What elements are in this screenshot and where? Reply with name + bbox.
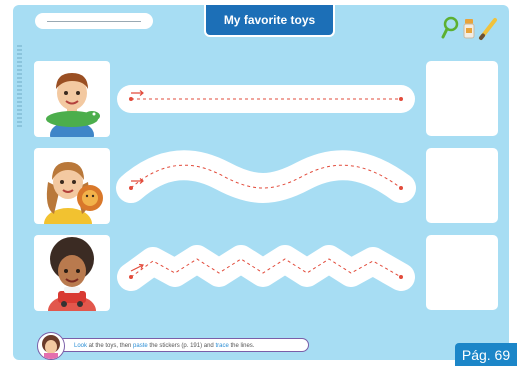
photo-girl-lion <box>34 148 110 224</box>
photo-girl-car <box>34 235 110 311</box>
photo-boy-crocodile <box>34 61 110 137</box>
name-line[interactable] <box>35 13 153 29</box>
row-lion <box>13 148 509 228</box>
trace-track-zigzag <box>117 245 415 291</box>
glue-stick-icon <box>463 19 475 39</box>
end-dot <box>399 186 403 190</box>
page-number-badge: Pág. 69 <box>455 343 517 366</box>
sticker-box[interactable] <box>426 61 498 136</box>
start-dot <box>129 275 133 279</box>
worksheet-page: My favorite toys Look at the toys, then … <box>0 0 517 366</box>
row-crocodile <box>13 61 509 141</box>
end-dot <box>399 97 403 101</box>
start-dot <box>129 97 133 101</box>
sticker-box[interactable] <box>426 235 498 310</box>
trace-track-straight <box>117 85 415 113</box>
pencil-icon <box>479 18 497 40</box>
row-car <box>13 235 509 315</box>
activity-sheet: My favorite toys Look at the toys, then … <box>13 5 509 360</box>
sticker-box[interactable] <box>426 148 498 223</box>
instruction: Look at the toys, then paste the sticker… <box>37 332 337 360</box>
start-dot <box>129 186 133 190</box>
avatar <box>37 332 65 360</box>
instruction-text: Look at the toys, then paste the sticker… <box>57 338 309 352</box>
tool-icons <box>441 15 501 41</box>
end-dot <box>399 275 403 279</box>
page-title: My favorite toys <box>204 5 335 37</box>
trace-track-wavy <box>116 150 416 203</box>
magnifier-icon <box>441 16 459 39</box>
